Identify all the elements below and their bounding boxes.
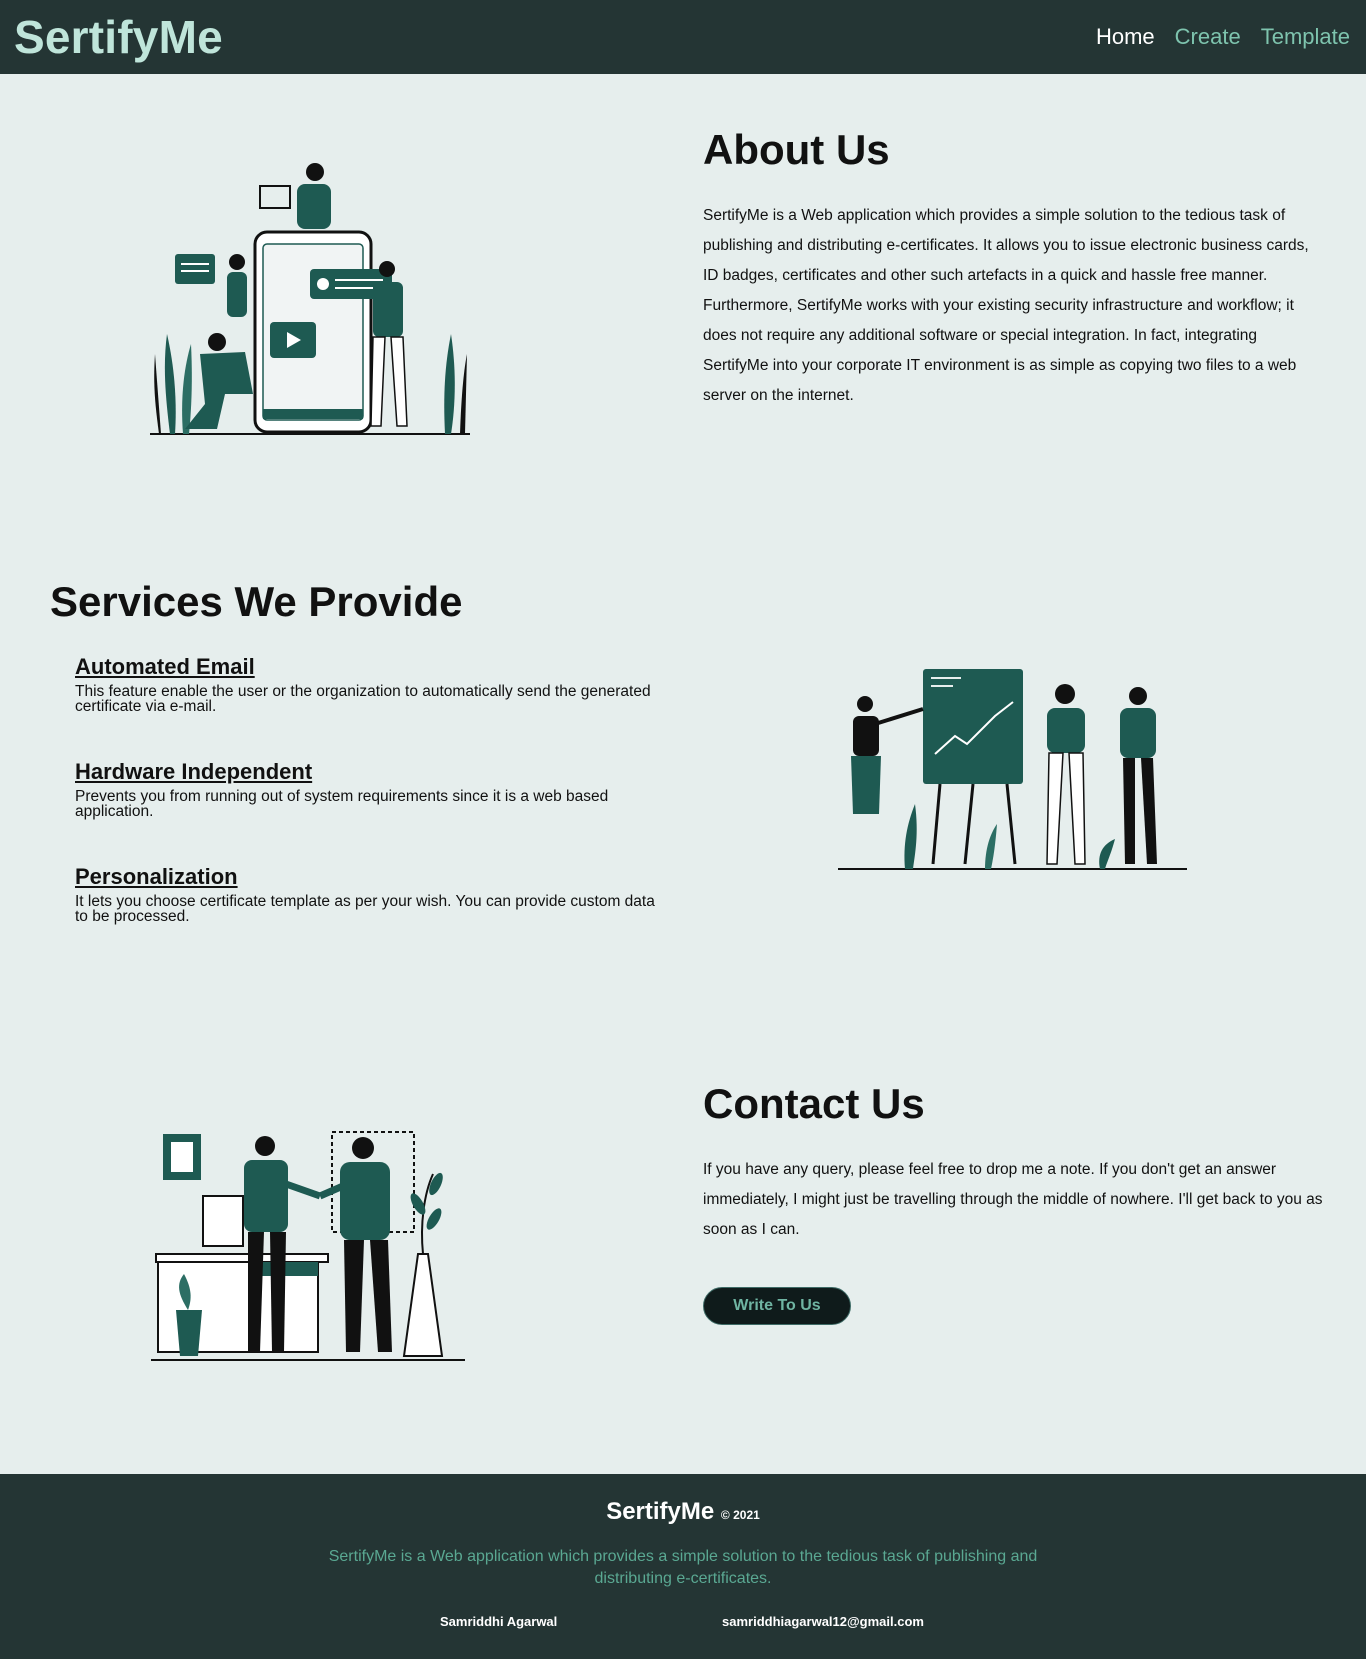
services-title: Services We Provide xyxy=(50,578,463,625)
service-title: Hardware Independent xyxy=(75,759,313,784)
service-title: Automated Email xyxy=(75,654,255,679)
footer-brand: SertifyMe © 2021 xyxy=(0,1498,1366,1526)
nav-link-template[interactable]: Template xyxy=(1261,24,1350,50)
contact-text: If you have any query, please feel free … xyxy=(703,1161,1323,1238)
footer-description: SertifyMe is a Web application which pro… xyxy=(328,1548,1038,1587)
service-item: Hardware Independent Prevents you from r… xyxy=(75,759,655,819)
contact-title: Contact Us xyxy=(703,1080,925,1127)
nav-link-home[interactable]: Home xyxy=(1096,24,1155,50)
services-section: Services We Provide Automated Email This… xyxy=(0,534,1366,994)
navbar: SertifyMe Home Create Template xyxy=(0,0,1366,74)
about-section: About Us SertifyMe is a Web application … xyxy=(0,74,1366,534)
contact-section: Contact Us If you have any query, please… xyxy=(0,994,1366,1474)
brand-logo[interactable]: SertifyMe xyxy=(14,10,223,64)
about-text: SertifyMe is a Web application which pro… xyxy=(703,207,1309,404)
service-item: Automated Email This feature enable the … xyxy=(75,654,655,714)
about-illustration xyxy=(150,163,470,435)
service-item: Personalization It lets you choose certi… xyxy=(75,864,655,924)
footer-copyright: © 2021 xyxy=(720,1508,760,1522)
service-description: Prevents you from running out of system … xyxy=(75,788,609,820)
about-title: About Us xyxy=(703,126,890,173)
footer-brand-name: SertifyMe xyxy=(606,1498,715,1525)
contact-illustration xyxy=(151,1131,465,1361)
services-illustration xyxy=(838,669,1187,870)
nav-link-create[interactable]: Create xyxy=(1175,24,1241,50)
service-description: This feature enable the user or the orga… xyxy=(75,683,651,715)
nav-links: Home Create Template xyxy=(1096,24,1350,50)
footer-author-name: Samriddhi Agarwal xyxy=(440,1614,558,1629)
service-title: Personalization xyxy=(75,864,238,889)
footer: SertifyMe © 2021 SertifyMe is a Web appl… xyxy=(0,1474,1366,1659)
write-to-us-button[interactable]: Write To Us xyxy=(703,1287,851,1325)
footer-email[interactable]: samriddhiagarwal12@gmail.com xyxy=(722,1614,924,1629)
service-description: It lets you choose certificate template … xyxy=(75,893,655,925)
